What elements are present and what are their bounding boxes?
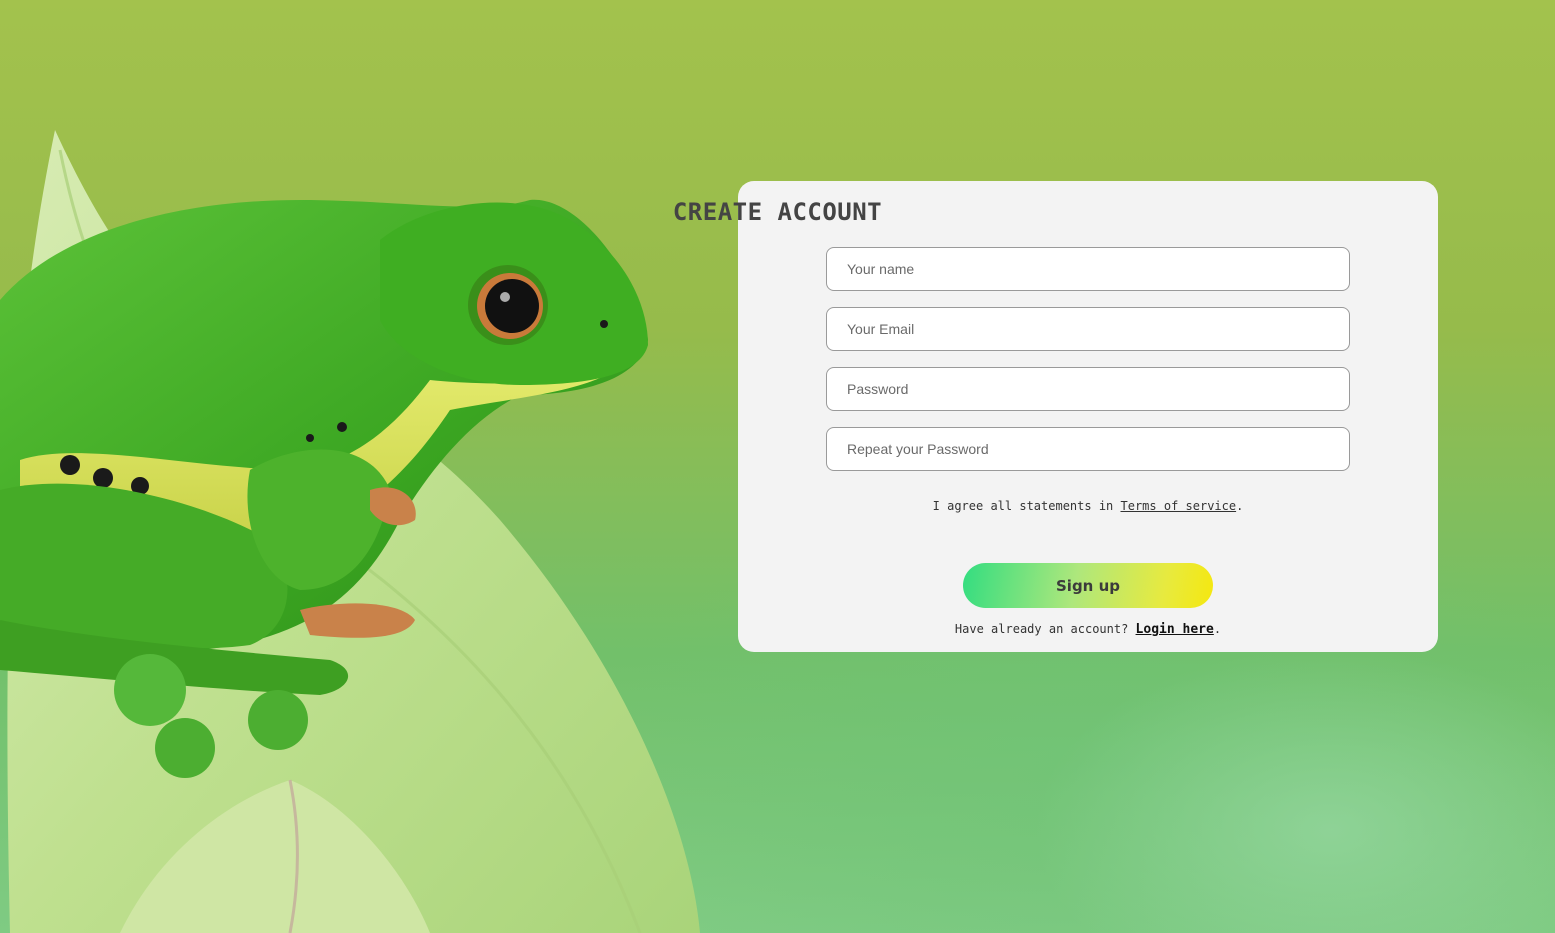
- name-field[interactable]: [826, 247, 1350, 291]
- terms-text: I agree all statements in: [932, 499, 1121, 513]
- repeat-password-field[interactable]: [826, 427, 1350, 471]
- login-here-link[interactable]: Login here: [1136, 622, 1214, 637]
- login-period: .: [1213, 622, 1222, 636]
- page-title: CREATE ACCOUNT: [672, 198, 883, 226]
- sign-up-button[interactable]: Sign up: [963, 563, 1213, 608]
- password-field[interactable]: [826, 367, 1350, 411]
- terms-of-service-link[interactable]: Terms of service: [1121, 499, 1237, 513]
- email-field[interactable]: [826, 307, 1350, 351]
- terms-period: .: [1236, 499, 1244, 513]
- terms-statement: I agree all statements in Terms of servi…: [738, 499, 1438, 513]
- login-prompt: Have already an account? Login here.: [738, 622, 1438, 637]
- login-prompt-text: Have already an account?: [954, 622, 1136, 636]
